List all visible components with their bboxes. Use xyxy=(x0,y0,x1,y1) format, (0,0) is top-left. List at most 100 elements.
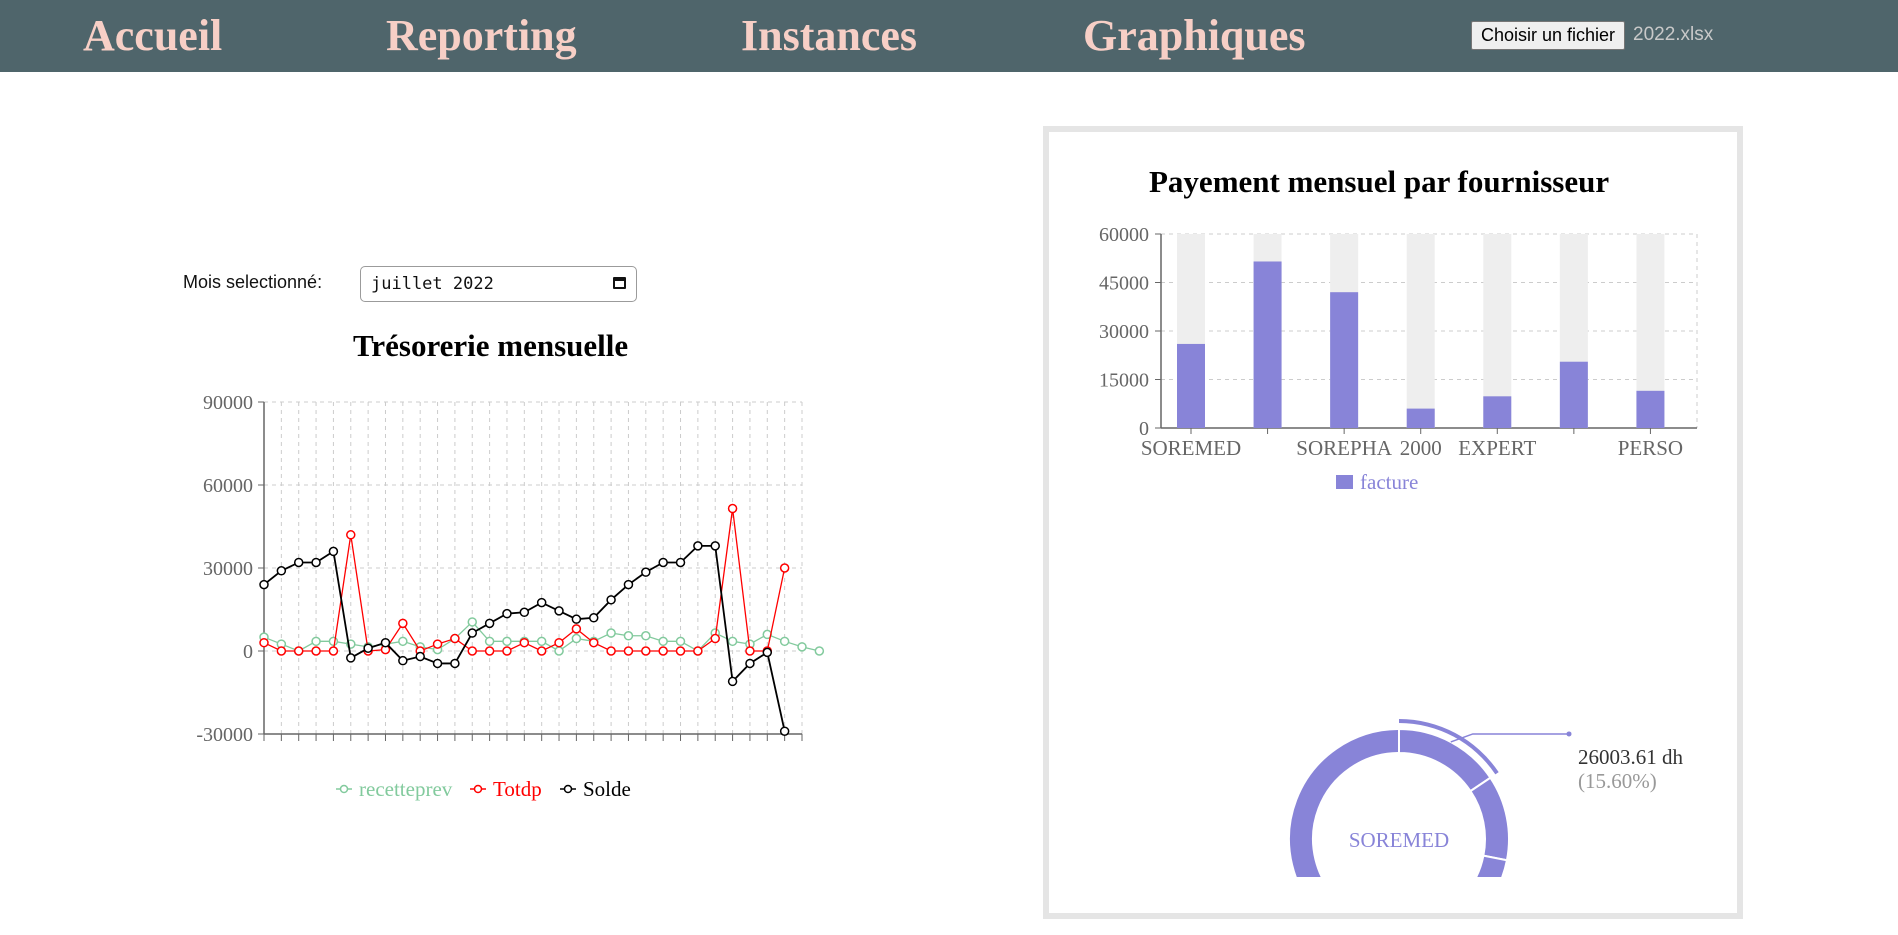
data-point-Totdp xyxy=(727,503,738,514)
calendar-icon[interactable] xyxy=(613,277,626,289)
bar-EXPERT xyxy=(1483,396,1512,428)
supplier-panel: Payement mensuel par fournisseur 0 15000 3… xyxy=(1043,126,1743,919)
legend-item-recetteprev: recetteprev xyxy=(336,777,453,801)
legend-label: Solde xyxy=(583,777,631,801)
data-point-recetteprev xyxy=(571,633,582,644)
month-input[interactable]: juillet 2022 xyxy=(360,266,637,302)
data-point-Totdp xyxy=(484,646,495,656)
data-point-Solde xyxy=(745,658,755,669)
data-point-Solde xyxy=(675,557,686,568)
data-point-Totdp xyxy=(710,633,720,644)
data-point-Totdp xyxy=(293,646,304,656)
x-tick-label: PERSO xyxy=(1618,436,1683,460)
y-tick-label: 90000 xyxy=(203,392,253,414)
legend-marker xyxy=(1336,475,1353,489)
data-point-Totdp xyxy=(745,646,755,656)
data-point-Totdp xyxy=(467,646,478,656)
y-tick-label: 60000 xyxy=(1099,224,1149,246)
line-chart-title: Trésorerie mensuelle xyxy=(353,328,629,363)
donut-slice xyxy=(1475,854,1509,877)
donut-label-line xyxy=(1450,733,1569,743)
donut-active-value: 26003.61 dh xyxy=(1578,745,1684,769)
donut-label-dot xyxy=(1566,731,1572,737)
data-point-recetteprev xyxy=(727,636,738,647)
data-point-recetteprev xyxy=(658,636,668,647)
legend-marker xyxy=(473,784,483,794)
legend-marker xyxy=(563,784,573,794)
y-tick-label: 30000 xyxy=(1099,321,1149,343)
data-point-Totdp xyxy=(398,618,408,629)
donut-slice xyxy=(1469,776,1510,862)
data-point-Totdp xyxy=(259,637,269,648)
choose-file-button[interactable]: Choisir un fichier xyxy=(1471,21,1626,50)
data-point-Solde xyxy=(311,557,321,568)
data-point-Totdp xyxy=(311,646,321,656)
x-tick-label: SOREMED xyxy=(1141,436,1241,460)
data-point-Solde xyxy=(346,653,356,663)
data-point-Solde xyxy=(293,557,304,568)
data-point-recetteprev xyxy=(814,646,825,656)
legend-label: recetteprev xyxy=(359,777,453,801)
top-navbar: Accueil Reporting Instances Graphiques C… xyxy=(0,0,1898,72)
legend-item-Totdp: Totdp xyxy=(470,777,542,801)
bar-PERSO xyxy=(1636,390,1665,428)
legend-label: Totdp xyxy=(493,777,542,801)
data-point-Solde xyxy=(571,614,582,624)
data-point-recetteprev xyxy=(536,636,547,647)
nav-accueil[interactable]: Accueil xyxy=(83,8,222,64)
data-point-Solde xyxy=(276,566,287,576)
x-tick-label: 2000 xyxy=(1400,436,1442,460)
data-point-Solde xyxy=(415,651,425,662)
nav-instances[interactable]: Instances xyxy=(741,8,917,64)
data-point-Solde xyxy=(658,557,668,568)
legend-label: facture xyxy=(1360,470,1418,494)
data-point-Solde xyxy=(450,658,460,669)
x-tick-label: EXPERT xyxy=(1458,436,1536,460)
y-tick-label: 60000 xyxy=(203,475,253,497)
y-tick-label: 0 xyxy=(243,641,253,663)
bar-background xyxy=(1406,234,1435,428)
nav-reporting[interactable]: Reporting xyxy=(386,8,577,64)
data-point-Totdp xyxy=(658,646,668,656)
data-point-Totdp xyxy=(588,637,599,648)
data-point-Solde xyxy=(727,676,738,687)
data-point-Totdp xyxy=(571,624,582,634)
data-point-Totdp xyxy=(502,646,512,656)
data-point-Totdp xyxy=(554,637,564,648)
data-point-Totdp xyxy=(693,646,703,656)
nav-graphiques[interactable]: Graphiques xyxy=(1083,8,1306,64)
data-point-Solde xyxy=(536,597,547,608)
data-point-Solde xyxy=(519,607,530,618)
data-point-Solde xyxy=(467,628,478,638)
legend-item-Solde: Solde xyxy=(560,777,631,801)
data-point-recetteprev xyxy=(797,642,807,652)
data-point-recetteprev xyxy=(641,631,651,641)
data-point-recetteprev xyxy=(623,631,634,641)
data-point-Totdp xyxy=(328,646,339,656)
x-tick-label: SOREPHA xyxy=(1296,436,1393,460)
data-point-Solde xyxy=(693,541,703,551)
data-point-Totdp xyxy=(346,530,356,540)
data-point-Solde xyxy=(484,618,495,629)
legend-item-facture: facture xyxy=(1336,470,1418,494)
data-point-Totdp xyxy=(536,646,547,656)
data-point-Totdp xyxy=(432,639,443,649)
bar-SOREPHA xyxy=(1330,292,1359,428)
month-label: Mois selectionné: xyxy=(183,272,323,292)
data-point-recetteprev xyxy=(467,617,478,627)
bar-SOREMED xyxy=(1177,343,1205,428)
data-point-recetteprev xyxy=(484,636,495,647)
data-point-recetteprev xyxy=(675,636,686,647)
donut-center-label: SOREMED xyxy=(1349,828,1449,852)
data-point-Solde xyxy=(606,595,616,605)
y-tick-label: -30000 xyxy=(196,724,253,746)
data-point-recetteprev xyxy=(606,628,616,638)
bar-chart: 015000300004500060000SOREMED SOREPHA 2000 E… xyxy=(1099,224,1698,494)
bar-chart-title: Payement mensuel par fournisseur xyxy=(1149,164,1610,199)
data-point-Solde xyxy=(363,643,373,653)
data-point-Solde xyxy=(380,637,391,648)
data-point-recetteprev xyxy=(328,636,339,647)
donut-slice xyxy=(1398,727,1492,793)
selected-file-name: 2022.xlsx xyxy=(1633,24,1714,45)
data-point-Solde xyxy=(641,567,651,577)
